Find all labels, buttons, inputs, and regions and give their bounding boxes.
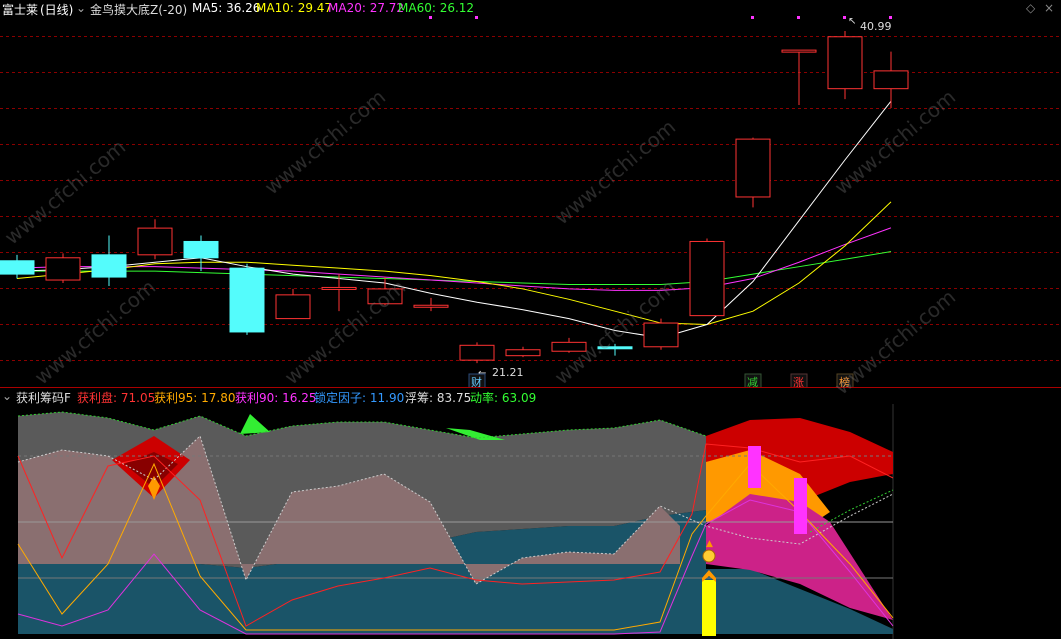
lock-factor-value: 11.90 [369, 391, 405, 405]
finance-marker-text: 财 [471, 375, 482, 388]
profit-value: 71.05 [120, 391, 156, 405]
momentum-key: 动率: [470, 391, 499, 405]
candle[interactable] [0, 254, 35, 279]
candle[interactable] [45, 253, 81, 283]
candle[interactable] [689, 238, 725, 317]
candle[interactable] [459, 342, 495, 364]
reduce-marker-text: 减 [747, 376, 758, 388]
candle[interactable] [413, 297, 449, 312]
profit-key: 获利盘: [77, 391, 118, 405]
candle-body [413, 304, 449, 308]
candle-body [781, 49, 817, 53]
signal-dot [751, 16, 754, 19]
profit95-value: 17.80 [201, 391, 236, 405]
limit-up-marker-text: 涨 [793, 376, 804, 388]
candle[interactable] [137, 219, 173, 260]
low-price-label: 21.21 [492, 366, 524, 379]
candle-body [689, 240, 725, 317]
buy-signal-bar [702, 580, 716, 636]
chevron-down-icon[interactable]: ⌄ [2, 389, 12, 403]
signal-dot [889, 16, 892, 19]
candle-body [229, 267, 265, 333]
up-arrow-icon: ▲ [706, 539, 713, 549]
candle-body [873, 70, 909, 90]
candle-body [505, 349, 541, 357]
candle-body [0, 260, 35, 275]
finance-marker[interactable]: 财 [468, 373, 486, 388]
candle-body [45, 257, 81, 281]
candle-body [183, 240, 219, 259]
floating-chips-value: 83.75 [436, 391, 472, 405]
profit90-key: 获利90: [235, 391, 279, 405]
candle-body [735, 138, 771, 198]
profit95-key: 获利95: [154, 391, 198, 405]
candle[interactable] [781, 49, 817, 105]
candle-body [137, 227, 173, 256]
candle-body [459, 344, 495, 361]
momentum-patch-1 [240, 414, 270, 434]
lock-factor-key: 锁定因子: [314, 391, 367, 405]
signal-dot [475, 16, 478, 19]
coin-icon [702, 549, 716, 563]
candle[interactable] [229, 263, 265, 335]
candle[interactable] [735, 137, 771, 208]
limit-up-marker[interactable]: 涨 [790, 373, 808, 388]
candle-body [827, 36, 863, 90]
candle[interactable] [275, 288, 311, 320]
candles [0, 30, 909, 364]
candle[interactable] [183, 235, 219, 272]
candle[interactable] [873, 51, 909, 108]
candle[interactable] [505, 346, 541, 358]
floating-chips-key: 浮筹: [405, 391, 434, 405]
candle-body [275, 294, 311, 320]
profit90-value: 16.25 [282, 391, 317, 405]
high-price-label: 40.99 [860, 20, 892, 33]
momentum-value: 63.09 [501, 391, 537, 405]
high-arrow-icon: ↖ [848, 16, 856, 27]
signal-dot [429, 16, 432, 19]
candle-body [643, 322, 679, 348]
signal-dot [843, 16, 846, 19]
candle[interactable] [643, 318, 679, 350]
candle-body [321, 286, 357, 290]
candle[interactable] [827, 30, 863, 100]
reduce-marker[interactable]: 减 [744, 373, 762, 388]
signal-dot [797, 16, 800, 19]
signal-bar-2 [794, 478, 807, 534]
sub-chart-header: ⌄ 获利筹码F 获利盘: 71.05 获利95: 17.80 获利90: 16.… [0, 388, 1061, 405]
signal-bar-1 [748, 446, 761, 488]
candle[interactable] [91, 235, 127, 286]
candle-body [91, 254, 127, 278]
chip-profit-chart[interactable]: ▲ [0, 404, 1061, 639]
signal-dots [429, 16, 892, 19]
